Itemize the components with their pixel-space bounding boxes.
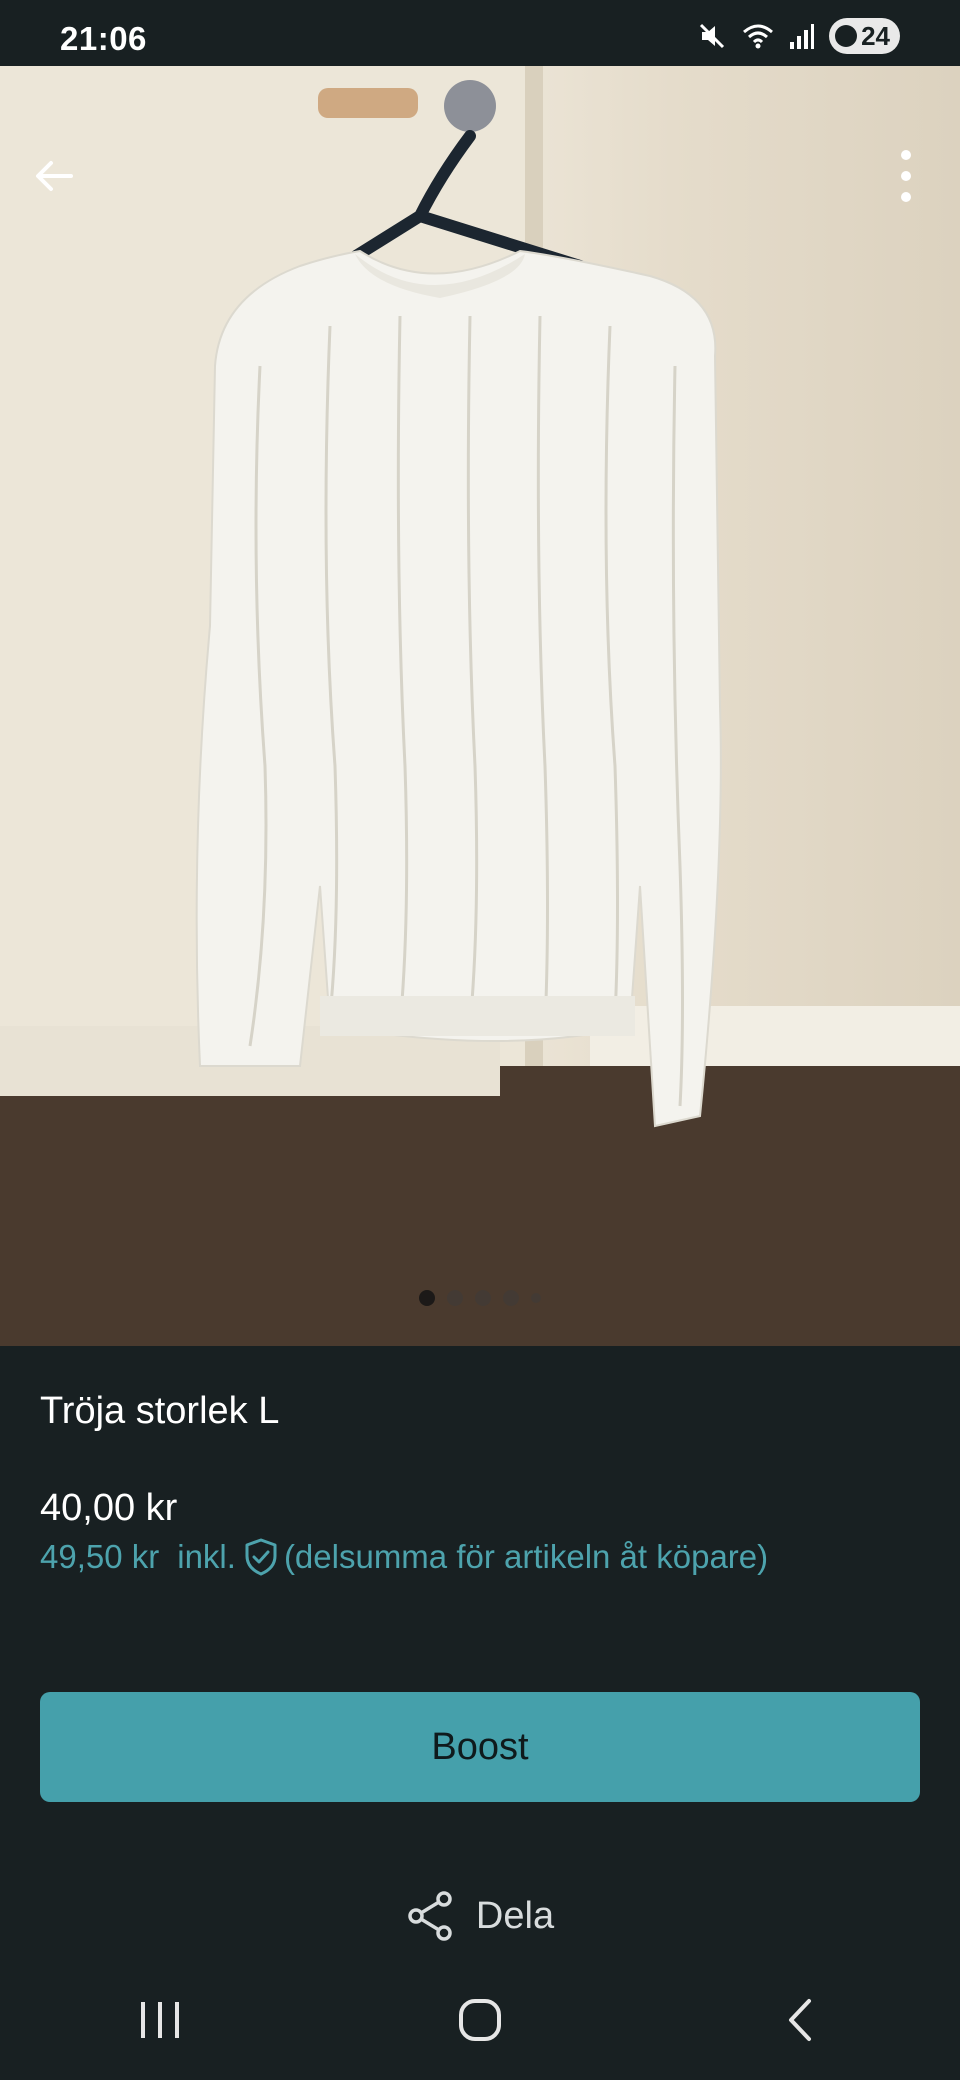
battery-saver-icon (835, 25, 858, 47)
status-bar: 21:06 24 (0, 0, 960, 66)
home-button[interactable] (420, 1970, 540, 2070)
recent-apps-button[interactable] (100, 1970, 220, 2070)
listing-photo[interactable] (0, 66, 960, 1346)
price-incl-label: inkl. (177, 1538, 236, 1575)
page-dot[interactable] (503, 1290, 519, 1306)
home-icon (459, 1999, 501, 2041)
page-dot[interactable] (447, 1290, 463, 1306)
more-options-button[interactable] (866, 136, 946, 216)
boost-label: Boost (431, 1725, 529, 1768)
status-icons: 24 (697, 18, 900, 54)
status-time: 21:06 (60, 20, 147, 57)
listing-title: Tröja storlek L (40, 1390, 280, 1432)
wifi-icon (741, 21, 775, 51)
mute-icon (697, 21, 727, 51)
share-icon (408, 1891, 452, 1941)
image-pagination (0, 1290, 960, 1306)
more-vertical-icon (901, 150, 911, 202)
page-dot-more (531, 1293, 541, 1303)
buyer-protection-shield-icon (244, 1538, 278, 1576)
recent-apps-icon (141, 2002, 179, 2038)
page-dot[interactable] (475, 1290, 491, 1306)
chevron-left-icon (789, 1999, 811, 2041)
sweater-photo (0, 66, 960, 1346)
back-button[interactable] (14, 136, 94, 216)
page-dot-active[interactable] (419, 1290, 435, 1306)
system-back-button[interactable] (740, 1970, 860, 2070)
share-label: Dela (475, 1894, 555, 1937)
share-button[interactable]: Dela (0, 1890, 960, 1942)
price-incl-note: (delsumma för artikeln åt köpare) (283, 1538, 769, 1575)
arrow-left-icon (36, 161, 73, 191)
listing-price: 40,00 kr (40, 1487, 178, 1529)
battery-level: 24 (861, 20, 890, 51)
boost-button[interactable]: Boost (40, 1692, 920, 1802)
signal-icon (789, 22, 815, 50)
price-including-fees[interactable]: 49,50 kr inkl. (delsumma för artikeln åt… (40, 1538, 768, 1576)
system-nav-bar (0, 1960, 960, 2080)
battery-indicator: 24 (829, 18, 900, 54)
price-incl-amount: 49,50 kr (40, 1538, 160, 1575)
